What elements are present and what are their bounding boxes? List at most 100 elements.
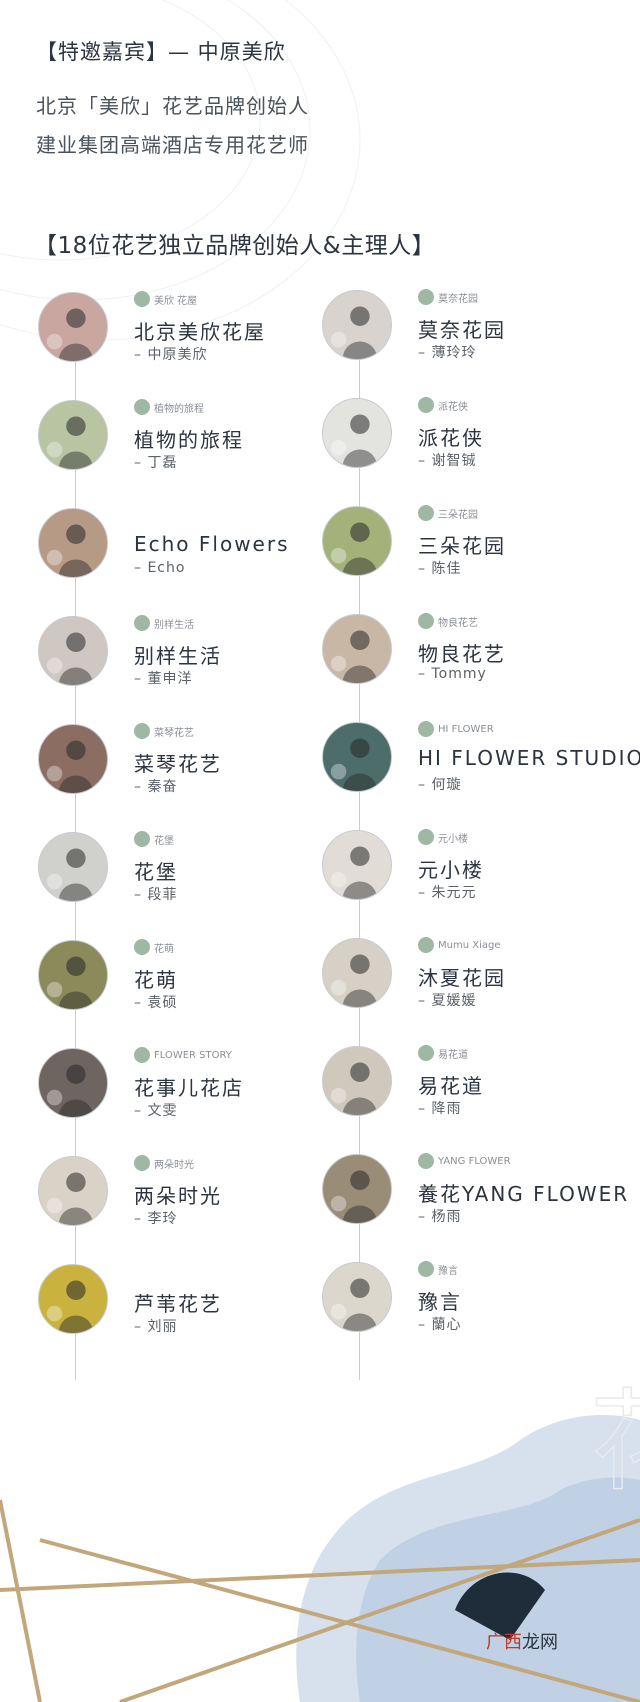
brand-logo: 花萌 — [134, 936, 174, 958]
brand-name: 菜琴花艺 — [134, 752, 222, 776]
watermark: 广西龙网 — [486, 1632, 558, 1653]
logo-mark-icon — [134, 1263, 150, 1279]
logo-mark-icon — [134, 831, 150, 847]
brand-photo — [38, 616, 108, 686]
brand-name: 養花YANG FLOWER — [418, 1182, 630, 1206]
founder-name: – 朱元元 — [418, 885, 477, 901]
logo-text: 三朵花园 — [438, 509, 478, 521]
brand-photo — [38, 832, 108, 902]
brand-item: 易花道 易花道 – 降雨 — [322, 1045, 622, 1136]
logo-text: HI FLOWER — [438, 723, 494, 735]
founder-name: – 夏媛媛 — [418, 993, 477, 1009]
logo-mark-icon — [418, 1261, 434, 1277]
brand-name: 沐夏花园 — [418, 966, 506, 990]
logo-mark-icon — [134, 723, 150, 739]
logo-mark-icon — [134, 507, 150, 523]
logo-mark-icon — [418, 1045, 434, 1061]
brand-photo — [38, 940, 108, 1010]
logo-mark-icon — [418, 829, 434, 845]
brand-item: 两朵时光 两朵时光 – 李玲 — [38, 1155, 338, 1246]
brand-photo — [322, 398, 392, 468]
brand-logo — [134, 504, 154, 526]
svg-text:花: 花 — [590, 1378, 640, 1506]
logo-text: 植物的旅程 — [154, 403, 204, 415]
brand-logo: 两朵时光 — [134, 1152, 194, 1174]
logo-mark-icon — [134, 939, 150, 955]
logo-text: 派花侠 — [438, 401, 468, 413]
brand-logo: 花堡 — [134, 828, 174, 850]
brand-logo: 美欣 花屋 — [134, 288, 197, 310]
brand-logo: 派花侠 — [418, 394, 468, 416]
logo-text: YANG FLOWER — [438, 1155, 511, 1167]
brand-name: 北京美欣花屋 — [134, 320, 266, 344]
brand-item: Mumu Xiage 沐夏花园 – 夏媛媛 — [322, 937, 622, 1028]
brand-photo — [322, 1046, 392, 1116]
brand-item: 莫奈花园 莫奈花园 – 薄玲玲 — [322, 289, 622, 380]
logo-text: 美欣 花屋 — [154, 295, 198, 307]
logo-text: 易花道 — [438, 1049, 468, 1061]
brand-name: 植物的旅程 — [134, 428, 244, 452]
brand-name: 花堡 — [134, 860, 178, 884]
brand-name: 花事儿花店 — [134, 1076, 244, 1100]
founder-name: – 蘭心 — [418, 1317, 462, 1333]
logo-mark-icon — [418, 1153, 434, 1169]
brand-item: 植物的旅程 植物的旅程 – 丁磊 — [38, 399, 338, 490]
logo-mark-icon — [134, 615, 150, 631]
brand-logo: 莫奈花园 — [418, 286, 478, 308]
brand-photo — [322, 614, 392, 684]
brand-logo: 元小楼 — [418, 826, 468, 848]
logo-mark-icon — [418, 289, 434, 305]
founder-name: – 董申洋 — [134, 671, 193, 687]
logo-text: 花堡 — [154, 835, 174, 847]
brand-logo: 豫言 — [418, 1258, 458, 1280]
brand-photo — [322, 830, 392, 900]
brand-name: 元小楼 — [418, 858, 484, 882]
logo-mark-icon — [418, 721, 434, 737]
brand-item: 三朵花园 三朵花园 – 陈佳 — [322, 505, 622, 596]
brand-photo — [38, 1048, 108, 1118]
brand-photo — [38, 1156, 108, 1226]
brand-name: HI FLOWER STUDIO — [418, 746, 640, 770]
brand-logo: 别样生活 — [134, 612, 194, 634]
brand-item: FLOWER STORY 花事儿花店 – 文雯 — [38, 1047, 338, 1138]
logo-text: 元小楼 — [438, 833, 468, 845]
brand-item: 花萌 花萌 – 袁硕 — [38, 939, 338, 1030]
brand-photo — [38, 292, 108, 362]
brand-item: YANG FLOWER 養花YANG FLOWER – 杨雨 — [322, 1153, 627, 1244]
founder-name: – Echo — [134, 560, 186, 576]
brand-item: 别样生活 别样生活 – 董申洋 — [38, 615, 338, 706]
founder-name: – 袁硕 — [134, 995, 178, 1011]
brand-name: 莫奈花园 — [418, 318, 506, 342]
brand-item: 芦苇花艺 – 刘丽 — [38, 1264, 338, 1354]
brand-item: 美欣 花屋北京美欣花屋 – 中原美欣 — [38, 291, 338, 382]
brand-photo — [322, 938, 392, 1008]
brand-logo: 菜琴花艺 — [134, 720, 194, 742]
brand-name: 物良花艺 — [418, 642, 506, 666]
founder-name: – 中原美欣 — [134, 347, 208, 363]
brand-name: 两朵时光 — [134, 1184, 222, 1208]
brand-logo — [134, 1260, 154, 1282]
brand-logo: 植物的旅程 — [134, 396, 204, 418]
logo-text: 菜琴花艺 — [154, 727, 194, 739]
brand-name: Echo Flowers — [134, 532, 290, 556]
brand-name: 易花道 — [418, 1074, 484, 1098]
logo-text: 别样生活 — [154, 619, 194, 631]
logo-mark-icon — [134, 1155, 150, 1171]
logo-mark-icon — [134, 291, 150, 307]
brand-name: 花萌 — [134, 968, 178, 992]
brand-logo: 物良花艺 — [418, 610, 478, 632]
brand-logo: 易花道 — [418, 1042, 468, 1064]
brand-photo — [322, 506, 392, 576]
founder-name: – 降雨 — [418, 1101, 462, 1117]
brand-item: 派花侠 派花侠 – 谢智铖 — [322, 397, 622, 488]
brand-item: 元小楼 元小楼 – 朱元元 — [322, 829, 622, 920]
founder-name: – 刘丽 — [134, 1319, 178, 1335]
logo-text: FLOWER STORY — [154, 1049, 232, 1061]
brand-logo: FLOWER STORY — [134, 1044, 232, 1066]
brand-photo — [38, 1264, 108, 1334]
brand-item: HI FLOWER HI FLOWER STUDIO – 何璇 — [322, 721, 640, 812]
logo-text: 莫奈花园 — [438, 293, 478, 305]
founder-name: – 秦奋 — [134, 779, 178, 795]
logo-text: 花萌 — [154, 943, 174, 955]
founder-name: – 薄玲玲 — [418, 345, 477, 361]
